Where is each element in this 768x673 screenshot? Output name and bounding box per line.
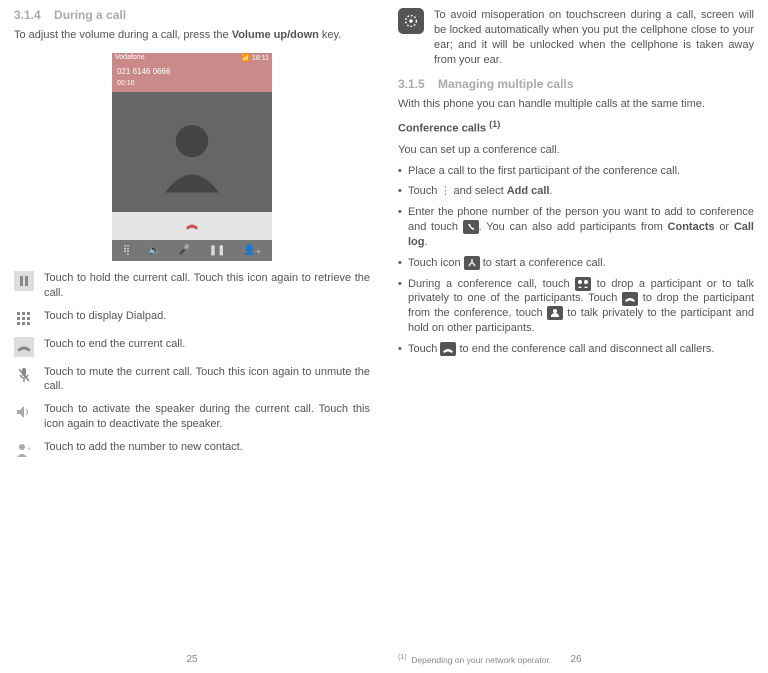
conference-heading: Conference calls (1) <box>398 118 754 137</box>
mute-desc-row: Touch to mute the current call. Touch th… <box>14 365 370 395</box>
call-icon <box>463 220 479 234</box>
heading-text: During a call <box>54 8 126 22</box>
hold-desc-row: Touch to hold the current call. Touch th… <box>14 271 370 301</box>
page-number-left: 25 <box>14 654 370 665</box>
dialpad-mini-icon: ⢿ <box>123 245 130 256</box>
heading-number-2: 3.1.5 <box>398 77 425 91</box>
phone-action-bar: ⢿ 🔈 🎤 ❚❚ 👤₊ <box>112 240 272 261</box>
drop-participant-icon <box>622 292 638 306</box>
step-6: Touch to end the conference call and dis… <box>398 342 754 357</box>
add-desc: Touch to add the number to new contact. <box>44 440 370 455</box>
page-left: 3.1.4 During a call To adjust the volume… <box>0 0 384 673</box>
conference-steps: Place a call to the first participant of… <box>398 164 754 363</box>
dialpad-icon <box>14 309 34 329</box>
mute-desc: Touch to mute the current call. Touch th… <box>44 365 370 395</box>
carrier-label: Vodafone <box>115 54 145 62</box>
add-contact-icon: + <box>14 440 34 460</box>
status-time: 📶 18:11 <box>241 54 269 62</box>
hold-icon <box>14 271 34 291</box>
step-4: Touch icon to start a conference call. <box>398 256 754 271</box>
svg-text:+: + <box>27 446 31 453</box>
call-number: 021 6146 0666 <box>112 63 272 80</box>
manage-conf-icon <box>575 277 591 291</box>
dialpad-desc: Touch to display Dialpad. <box>44 309 370 324</box>
speaker-icon <box>14 402 34 422</box>
step-2: Touch ⋮ and select Add call. <box>398 184 754 199</box>
add-desc-row: + Touch to add the number to new contact… <box>14 440 370 460</box>
mute-mini-icon: 🎤 <box>178 245 190 256</box>
note-icon <box>398 8 424 34</box>
speaker-desc: Touch to activate the speaker during the… <box>44 402 370 432</box>
add-contact-mini-icon: 👤₊ <box>243 245 261 256</box>
section-heading: 3.1.4 During a call <box>14 8 370 22</box>
mute-icon <box>14 365 34 385</box>
end-conference-icon <box>440 342 456 356</box>
page-number-right: 26 <box>398 654 754 665</box>
intro-2: With this phone you can handle multiple … <box>398 97 754 112</box>
overflow-icon: ⋮ <box>440 185 450 199</box>
dialpad-desc-row: Touch to display Dialpad. <box>14 309 370 329</box>
phone-statusbar: Vodafone 📶 18:11 <box>112 53 272 63</box>
step-1: Place a call to the first participant of… <box>398 164 754 179</box>
conference-intro: You can set up a conference call. <box>398 143 754 158</box>
merge-calls-icon <box>464 256 480 270</box>
end-desc-row: Touch to end the current call. <box>14 337 370 357</box>
end-desc: Touch to end the current call. <box>44 337 370 352</box>
end-call-icon <box>14 337 34 357</box>
step-3: Enter the phone number of the person you… <box>398 205 754 250</box>
note-block: To avoid misoperation on touchscreen dur… <box>398 8 754 67</box>
caller-avatar <box>112 92 272 212</box>
page-right: To avoid misoperation on touchscreen dur… <box>384 0 768 673</box>
end-call-bar <box>112 212 272 240</box>
section-heading-2: 3.1.5 Managing multiple calls <box>398 77 754 91</box>
intro-paragraph: To adjust the volume during a call, pres… <box>14 28 370 43</box>
speaker-mini-icon: 🔈 <box>148 245 160 256</box>
step-5: During a conference call, touch to drop … <box>398 277 754 336</box>
phone-screenshot: Vodafone 📶 18:11 021 6146 0666 00:10 ⢿ 🔈… <box>14 53 370 261</box>
hold-mini-icon: ❚❚ <box>209 245 226 256</box>
heading-number: 3.1.4 <box>14 8 41 22</box>
hold-desc: Touch to hold the current call. Touch th… <box>44 271 370 301</box>
private-talk-icon <box>547 306 563 320</box>
note-text: To avoid misoperation on touchscreen dur… <box>434 8 754 67</box>
speaker-desc-row: Touch to activate the speaker during the… <box>14 402 370 432</box>
call-duration: 00:10 <box>112 80 272 92</box>
heading-text-2: Managing multiple calls <box>438 77 573 91</box>
